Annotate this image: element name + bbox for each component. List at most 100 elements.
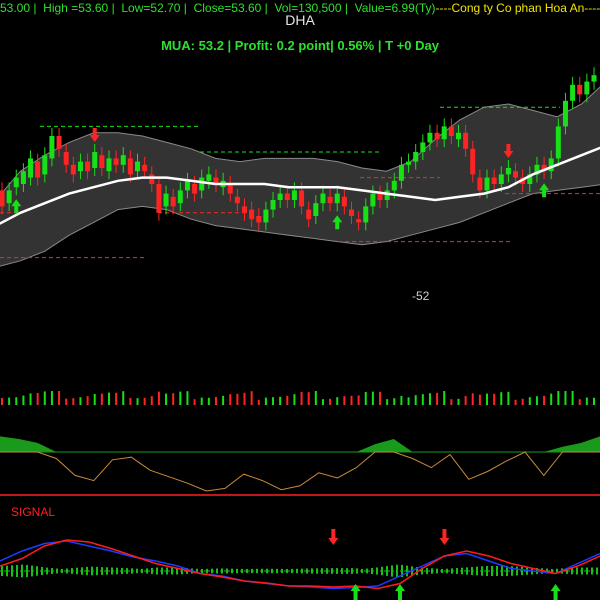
volume-bar — [100, 393, 103, 405]
macd-histogram-bar — [336, 568, 338, 574]
volume-bar — [543, 395, 546, 405]
candle-body — [562, 100, 568, 127]
candle-body — [455, 132, 461, 140]
volume-bar — [421, 394, 424, 405]
candle-body — [56, 136, 62, 149]
volume-bar — [393, 398, 396, 405]
candle-body — [299, 190, 305, 207]
macd-histogram-bar — [246, 568, 248, 574]
macd-histogram-bar — [156, 567, 158, 575]
macd-histogram-bar — [41, 566, 43, 576]
macd-histogram-bar — [31, 565, 33, 577]
macd-histogram-bar — [491, 566, 493, 576]
volume-bar — [157, 391, 160, 405]
volume-bar — [500, 392, 503, 405]
candle-body — [35, 161, 41, 178]
macd-histogram-bar — [391, 565, 393, 577]
candle-body — [92, 152, 98, 168]
volume-bar — [107, 392, 110, 405]
candle-body — [234, 196, 240, 204]
volume-bar — [286, 395, 289, 405]
candle-body — [341, 196, 347, 207]
volume-bar — [222, 395, 225, 405]
macd-histogram-bar — [86, 566, 88, 576]
oscillator-positive-area — [0, 436, 600, 452]
macd-histogram-bar — [281, 568, 283, 574]
macd-histogram-bar — [251, 568, 253, 574]
macd-histogram-bar — [61, 568, 63, 574]
macd-histogram-bar — [136, 568, 138, 574]
macd-histogram-bar — [381, 566, 383, 576]
candle-body — [263, 209, 269, 223]
volume-bar — [150, 396, 153, 405]
candle-body — [177, 190, 183, 204]
macd-histogram-bar — [266, 568, 268, 574]
macd-histogram-bar — [161, 567, 163, 575]
candle-body — [363, 206, 369, 223]
macd-histogram-bar — [171, 567, 173, 575]
candle-body — [477, 177, 483, 191]
macd-histogram-bar — [101, 567, 103, 575]
volume-bar — [478, 394, 481, 405]
macd-histogram-bar — [46, 567, 48, 575]
volume-bar — [457, 398, 460, 405]
volume-bar — [428, 393, 431, 405]
volume-bar — [58, 391, 61, 405]
candle-body — [0, 190, 5, 207]
macd-histogram-bar — [366, 568, 368, 574]
macd-histogram-bar — [146, 568, 148, 574]
volume-bar — [343, 396, 346, 405]
macd-panel — [0, 529, 600, 600]
macd-histogram-bar — [456, 568, 458, 574]
macd-histogram-bar — [6, 565, 8, 577]
volume-bar — [493, 393, 496, 405]
volume-bar — [29, 393, 32, 405]
candle-body — [398, 164, 404, 181]
volume-bar — [436, 392, 439, 405]
macd-histogram-bar — [126, 568, 128, 574]
volume-bar — [36, 393, 39, 405]
volume-bar — [115, 392, 118, 405]
candle-body — [249, 209, 255, 220]
volume-bar — [65, 398, 68, 405]
candle-body — [327, 196, 333, 204]
macd-histogram-bar — [236, 568, 238, 574]
macd-histogram-bar — [481, 566, 483, 576]
candle-body — [434, 132, 440, 140]
macd-histogram-bar — [206, 568, 208, 574]
candle-body — [13, 177, 19, 188]
ticker-symbol: DHA — [285, 12, 315, 28]
candle-body — [127, 158, 133, 175]
macd-histogram-bar — [516, 566, 518, 576]
macd-buy-arrow — [395, 584, 405, 600]
volume-bar — [550, 393, 553, 405]
macd-histogram-bar — [451, 568, 453, 574]
volume-bar — [535, 396, 538, 405]
candle-body — [313, 203, 319, 216]
volume-bar — [279, 396, 282, 405]
candle-body — [170, 196, 176, 207]
volume-bar — [514, 399, 517, 405]
candle-body — [20, 171, 26, 184]
candle-body — [277, 193, 283, 200]
candle-body — [470, 148, 476, 175]
volume-bar — [450, 399, 453, 405]
candle-body — [227, 184, 233, 194]
volume-bar — [314, 391, 317, 405]
candle-body — [206, 174, 212, 181]
volume-bars — [1, 391, 595, 405]
candle-body — [420, 142, 426, 152]
macd-histogram-bar — [486, 566, 488, 576]
volume-bar — [214, 396, 217, 405]
volume-bar — [122, 391, 125, 405]
candle-body — [113, 158, 119, 165]
macd-histogram-bar — [346, 568, 348, 574]
oscillator-value: -52 — [412, 289, 430, 303]
macd-histogram-bar — [341, 568, 343, 574]
macd-buy-arrow — [550, 584, 561, 600]
candle-body — [49, 136, 55, 159]
macd-histogram-bar — [151, 567, 153, 575]
candle-body — [356, 219, 362, 223]
volume-bar — [571, 391, 574, 405]
candle-body — [591, 75, 597, 82]
